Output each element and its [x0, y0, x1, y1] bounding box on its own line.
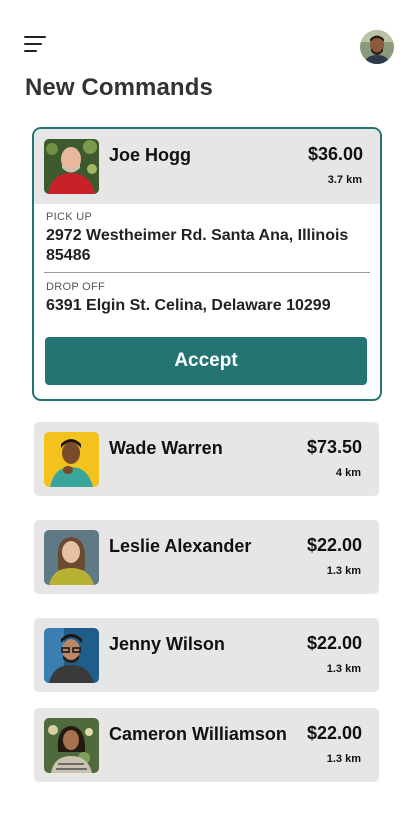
command-card-wade-warren[interactable]: Wade Warren $73.50 4 km	[34, 422, 379, 496]
customer-photo	[44, 530, 99, 585]
menu-icon[interactable]	[24, 36, 48, 54]
dropoff-label: DROP OFF	[46, 281, 106, 293]
pickup-address: 2972 Westheimer Rd. Santa Ana, Illinois …	[46, 227, 349, 264]
command-price: $22.00	[306, 723, 362, 743]
command-distance: 4 km	[335, 467, 361, 479]
active-command-header: Joe Hogg $36.00 3.7 km	[34, 129, 380, 204]
command-distance: 1.3 km	[326, 753, 361, 765]
customer-photo	[44, 432, 99, 487]
active-command-card[interactable]: Joe Hogg $36.00 3.7 km PICK UP 2972 West…	[32, 127, 382, 401]
divider	[44, 272, 370, 273]
command-distance: 3.7 km	[327, 174, 362, 186]
page-title: New Commands	[25, 74, 213, 101]
customer-name: Joe Hogg	[109, 145, 192, 165]
command-card-jenny-wilson[interactable]: Jenny Wilson $22.00 1.3 km	[34, 618, 379, 692]
command-price: $36.00	[307, 144, 363, 164]
command-distance: 1.3 km	[326, 663, 361, 675]
customer-photo	[44, 628, 99, 683]
pickup-label: PICK UP	[46, 211, 93, 223]
profile-avatar[interactable]	[360, 30, 394, 64]
customer-name: Cameron Williamson	[109, 724, 287, 744]
customer-name: Jenny Wilson	[109, 634, 225, 654]
accept-button[interactable]: Accept	[45, 337, 367, 385]
dropoff-address: 6391 Elgin St. Celina, Delaware 10299	[46, 297, 331, 314]
command-price: $73.50	[306, 437, 362, 457]
command-price: $22.00	[306, 535, 362, 555]
customer-name: Leslie Alexander	[109, 536, 252, 556]
command-card-leslie-alexander[interactable]: Leslie Alexander $22.00 1.3 km	[34, 520, 379, 594]
customer-photo	[44, 718, 99, 773]
command-distance: 1.3 km	[326, 565, 361, 577]
customer-name: Wade Warren	[109, 438, 223, 458]
command-card-cameron-williamson[interactable]: Cameron Williamson $22.00 1.3 km	[34, 708, 379, 782]
command-price: $22.00	[306, 633, 362, 653]
customer-photo	[44, 139, 99, 194]
